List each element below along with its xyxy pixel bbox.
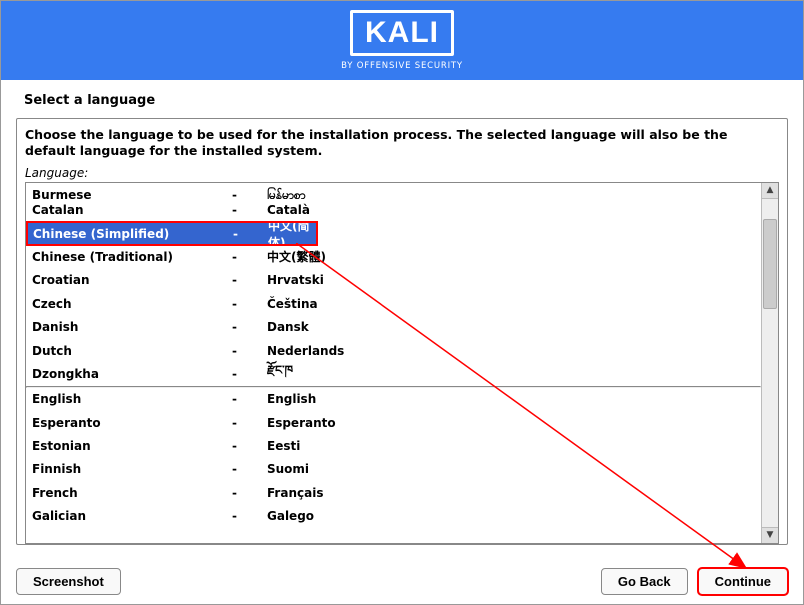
language-english-name: Estonian [32, 439, 232, 453]
language-dash: - [232, 297, 267, 311]
language-native-name: Galego [267, 509, 761, 523]
language-row[interactable]: Estonian-Eesti [26, 434, 761, 457]
language-native-name: Nederlands [267, 344, 761, 358]
language-list: Burmese-မြန်မာစာCatalan-CatalàChinese (S… [25, 182, 779, 544]
language-row[interactable]: Chinese (Traditional)-中文(繁體) [26, 245, 761, 268]
language-native-name: 中文(繁體) [267, 248, 761, 265]
language-dash: - [232, 320, 267, 334]
language-english-name: French [32, 486, 232, 500]
language-native-name: Hrvatski [267, 273, 761, 287]
scrollbar[interactable]: ▲ ▼ [761, 183, 778, 543]
kali-logo: KALI [350, 10, 454, 56]
language-native-name: Eesti [267, 439, 761, 453]
language-english-name: Dutch [32, 344, 232, 358]
tagline: BY OFFENSIVE SECURITY [341, 61, 463, 71]
language-row[interactable]: Danish-Dansk [26, 315, 761, 338]
language-dash: - [232, 486, 267, 500]
language-dash: - [232, 344, 267, 358]
language-row[interactable]: Finnish-Suomi [26, 458, 761, 481]
language-row[interactable]: Catalan-Català [26, 199, 761, 222]
language-english-name: Catalan [32, 203, 232, 217]
language-row[interactable]: Galician-Galego [26, 505, 761, 528]
language-native-name: Dansk [267, 320, 761, 334]
footer: Screenshot Go Back Continue [16, 568, 788, 595]
language-dash: - [232, 203, 267, 217]
language-english-name: Danish [32, 320, 232, 334]
scroll-up-button[interactable]: ▲ [762, 183, 778, 199]
language-dash: - [232, 439, 267, 453]
language-dash: - [233, 227, 268, 241]
scroll-down-button[interactable]: ▼ [762, 527, 778, 543]
language-native-name: 中文(简体) [268, 217, 317, 251]
language-english-name: English [32, 392, 232, 406]
language-english-name: Finnish [32, 462, 232, 476]
language-native-name: မြန်မာစာ [267, 193, 761, 197]
language-native-name: Suomi [267, 462, 761, 476]
language-row[interactable]: Croatian-Hrvatski [26, 269, 761, 292]
language-row[interactable]: French-Français [26, 481, 761, 504]
page-title: Select a language [16, 90, 788, 118]
language-label: Language: [25, 166, 779, 180]
language-dash: - [232, 250, 267, 264]
language-native-name: Čeština [267, 297, 761, 311]
language-dash: - [232, 193, 267, 197]
language-row[interactable]: Czech-Čeština [26, 292, 761, 315]
go-back-button[interactable]: Go Back [601, 568, 688, 595]
language-english-name: Esperanto [32, 416, 232, 430]
language-row[interactable]: Burmese-မြန်မာစာ [26, 183, 761, 199]
language-dash: - [232, 392, 267, 406]
language-native-name: Français [267, 486, 761, 500]
language-row[interactable]: English-English [26, 388, 761, 411]
language-dash: - [232, 367, 267, 381]
banner: KALI BY OFFENSIVE SECURITY [1, 1, 803, 80]
language-dash: - [232, 509, 267, 523]
language-dash: - [232, 273, 267, 287]
continue-button[interactable]: Continue [698, 568, 788, 595]
instruction-text: Choose the language to be used for the i… [25, 127, 779, 160]
language-row[interactable]: Chinese (Simplified)-中文(简体) [27, 222, 317, 245]
language-native-name: Català [267, 203, 761, 217]
screenshot-button[interactable]: Screenshot [16, 568, 121, 595]
scroll-thumb[interactable] [763, 219, 777, 309]
language-native-name: English [267, 392, 761, 406]
language-native-name: རྫོང་ཁ [267, 357, 761, 391]
language-row[interactable]: Dzongkha-རྫོང་ཁ [26, 362, 761, 385]
scroll-track[interactable] [762, 199, 778, 527]
language-dash: - [232, 462, 267, 476]
language-native-name: Esperanto [267, 416, 761, 430]
language-english-name: Chinese (Traditional) [32, 250, 232, 264]
language-row[interactable]: Esperanto-Esperanto [26, 411, 761, 434]
language-english-name: Burmese [32, 193, 232, 197]
language-english-name: Czech [32, 297, 232, 311]
language-english-name: Dzongkha [32, 367, 232, 381]
language-english-name: Chinese (Simplified) [33, 227, 233, 241]
main-frame: Choose the language to be used for the i… [16, 118, 788, 545]
language-english-name: Croatian [32, 273, 232, 287]
language-english-name: Galician [32, 509, 232, 523]
language-dash: - [232, 416, 267, 430]
